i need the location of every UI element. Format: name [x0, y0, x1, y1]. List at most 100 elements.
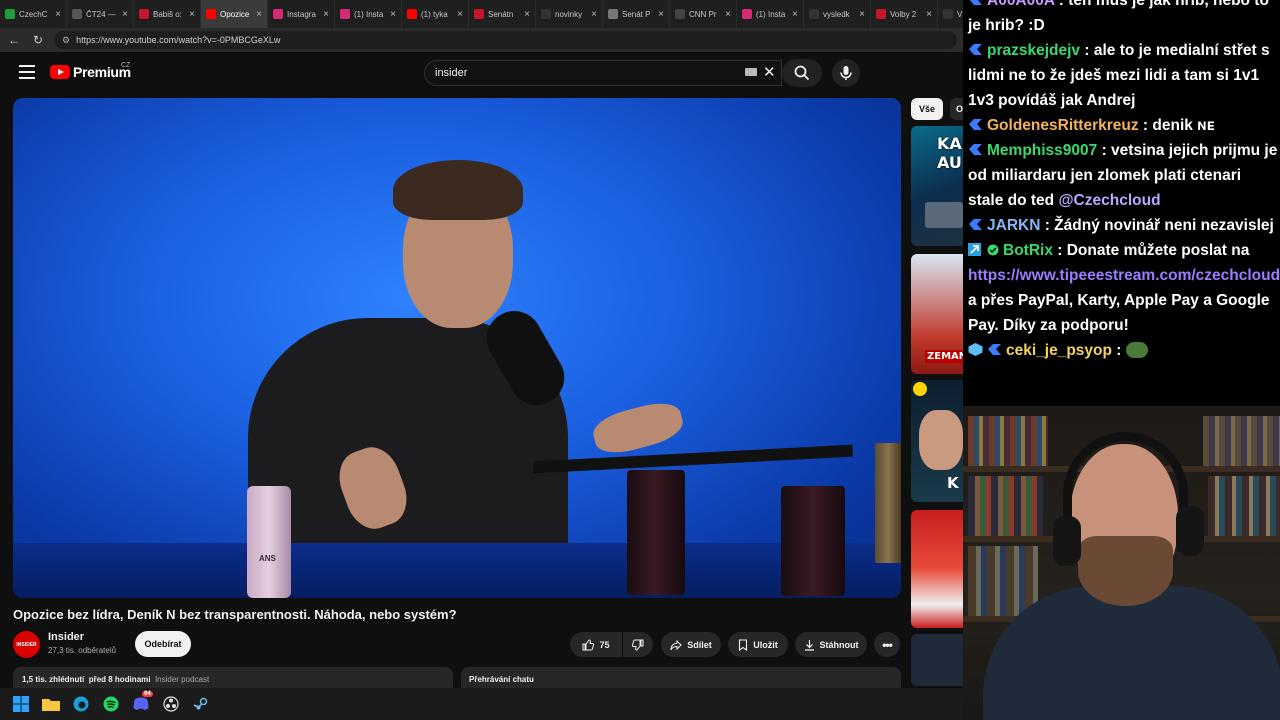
channel-name[interactable]: Insider: [48, 631, 84, 643]
steam-icon[interactable]: [192, 695, 210, 713]
share-button[interactable]: Sdílet: [661, 632, 721, 657]
back-arrow-icon[interactable]: ←: [6, 32, 22, 48]
chip-all[interactable]: Vše: [911, 98, 943, 120]
tab-label: CNN Pr: [689, 9, 717, 19]
chat-message: JARKN : Žádný novinář neni nezavislej: [968, 213, 1280, 238]
tab-close-icon[interactable]: ×: [792, 9, 798, 20]
browser-tab[interactable]: Babiš o: ×: [134, 0, 201, 28]
youtube-logo[interactable]: Premium: [50, 64, 131, 80]
tab-close-icon[interactable]: ×: [189, 9, 195, 20]
chat-mention[interactable]: @Czechcloud: [1058, 192, 1160, 209]
file-explorer-icon[interactable]: [42, 695, 60, 713]
tab-close-icon[interactable]: ×: [725, 9, 731, 20]
tab-close-icon[interactable]: ×: [122, 9, 128, 20]
donate-link[interactable]: https://www.tipeeestream.com/czechcloud/…: [968, 267, 1280, 284]
video-player[interactable]: ANS: [13, 98, 901, 598]
browser-tab[interactable]: Instagra ×: [268, 0, 335, 28]
site-info-icon[interactable]: ⚙: [62, 35, 70, 46]
browser-tab[interactable]: CNN Pr ×: [670, 0, 737, 28]
discord-icon[interactable]: 94: [132, 691, 153, 713]
browser-tab[interactable]: (1) Insta ×: [737, 0, 804, 28]
browser-tab[interactable]: Volby 2 ×: [871, 0, 938, 28]
tab-close-icon[interactable]: ×: [457, 9, 463, 20]
channel-avatar[interactable]: INSIDER: [13, 631, 40, 658]
browser-tab[interactable]: (1) tyka ×: [402, 0, 469, 28]
chat-username[interactable]: A00A00A: [987, 0, 1055, 9]
obs-icon[interactable]: [162, 695, 180, 713]
tab-favicon-icon: [340, 9, 350, 19]
tab-close-icon[interactable]: ×: [926, 9, 932, 20]
browser-tab[interactable]: novinky ×: [536, 0, 603, 28]
tab-close-icon[interactable]: ×: [323, 9, 329, 20]
reload-icon[interactable]: ↻: [30, 32, 46, 48]
chat-username[interactable]: BotRix: [1003, 242, 1053, 259]
tab-favicon-icon: [876, 9, 886, 19]
windows-taskbar: 94: [0, 688, 963, 720]
like-button[interactable]: 75: [570, 632, 622, 657]
more-actions-button[interactable]: •••: [874, 632, 900, 657]
chat-username[interactable]: prazskejdejv: [987, 42, 1080, 59]
search-input[interactable]: insider: [424, 60, 782, 86]
discord-badge: 94: [142, 691, 153, 697]
tab-close-icon[interactable]: ×: [55, 9, 61, 20]
browser-tab[interactable]: V×: [938, 0, 963, 28]
description-tag[interactable]: Insider podcast: [155, 675, 209, 684]
tab-favicon-icon: [474, 9, 484, 19]
tab-close-icon[interactable]: ×: [658, 9, 664, 20]
chat-username[interactable]: ceki_je_psyop: [1006, 342, 1112, 359]
browser-tab[interactable]: vysledk ×: [804, 0, 871, 28]
dislike-button[interactable]: [623, 632, 653, 657]
save-button[interactable]: Uložit: [728, 632, 788, 657]
browser-tab[interactable]: Opozice ×: [201, 0, 268, 28]
share-icon: [670, 639, 682, 650]
thumbnail-text: K: [947, 474, 959, 492]
search-button[interactable]: [782, 59, 822, 87]
edge-icon[interactable]: [72, 695, 90, 713]
voice-search-button[interactable]: [832, 59, 860, 87]
tab-favicon-icon: [206, 9, 216, 19]
view-count: 1,5 tis. zhlédnutí: [22, 675, 85, 684]
browser-tab[interactable]: ČT24 — ×: [67, 0, 134, 28]
tab-label: CzechC: [19, 9, 48, 19]
recommended-video-thumbnail[interactable]: [911, 510, 963, 628]
recommended-video-thumbnail[interactable]: KAM AU: [911, 126, 963, 246]
browser-tab[interactable]: CzechC ×: [0, 0, 67, 28]
tab-close-icon[interactable]: ×: [859, 9, 865, 20]
clear-search-icon[interactable]: ✕: [763, 63, 776, 81]
recommended-video-thumbnail[interactable]: K: [911, 380, 963, 502]
pepe-emote-icon: [1125, 342, 1148, 358]
browser-tab[interactable]: Senátn ×: [469, 0, 536, 28]
chat-username[interactable]: JARKN: [987, 217, 1040, 234]
menu-icon[interactable]: [19, 65, 35, 79]
tab-close-icon[interactable]: ×: [524, 9, 530, 20]
tab-favicon-icon: [809, 9, 819, 19]
url-field[interactable]: ⚙ https://www.youtube.com/watch?v=-0PMBC…: [54, 31, 957, 49]
recommended-video-thumbnail[interactable]: [911, 634, 963, 686]
chat-message: GoldenesRitterkreuz : denik ɴᴇ: [968, 113, 1280, 138]
chat-username[interactable]: Memphiss9007: [987, 142, 1097, 159]
browser-tab[interactable]: Senát P ×: [603, 0, 670, 28]
tab-favicon-icon: [541, 9, 551, 19]
tab-favicon-icon: [273, 9, 283, 19]
chat-text: :: [1111, 342, 1126, 359]
thumbnail-text: ZEMAN: [925, 350, 963, 363]
tab-close-icon[interactable]: ×: [256, 9, 262, 20]
spotify-icon[interactable]: [102, 695, 120, 713]
tab-close-icon[interactable]: ×: [390, 9, 396, 20]
region-code: CZ: [121, 62, 131, 69]
download-button[interactable]: Stáhnout: [795, 632, 867, 657]
cube-badge-icon: [968, 339, 983, 356]
url-text: https://www.youtube.com/watch?v=-0PMBCGe…: [76, 35, 281, 45]
recommended-video-thumbnail[interactable]: ZEMAN: [911, 254, 963, 374]
chat-username[interactable]: GoldenesRitterkreuz: [987, 117, 1139, 134]
tab-favicon-icon: [407, 9, 417, 19]
chat-text: : denik ɴᴇ: [1138, 117, 1215, 134]
thumbs-down-icon: [632, 639, 644, 651]
browser-tab[interactable]: (1) Insta ×: [335, 0, 402, 28]
keyboard-icon[interactable]: [745, 68, 757, 76]
subscribe-button[interactable]: Odebírat: [135, 631, 191, 657]
tab-label: Senát P: [622, 9, 651, 19]
windows-start-icon[interactable]: [12, 695, 30, 713]
stream-chat-overlay: A00A00A : ten mus je jak hrib, nebo to j…: [963, 0, 1280, 406]
tab-close-icon[interactable]: ×: [591, 9, 597, 20]
